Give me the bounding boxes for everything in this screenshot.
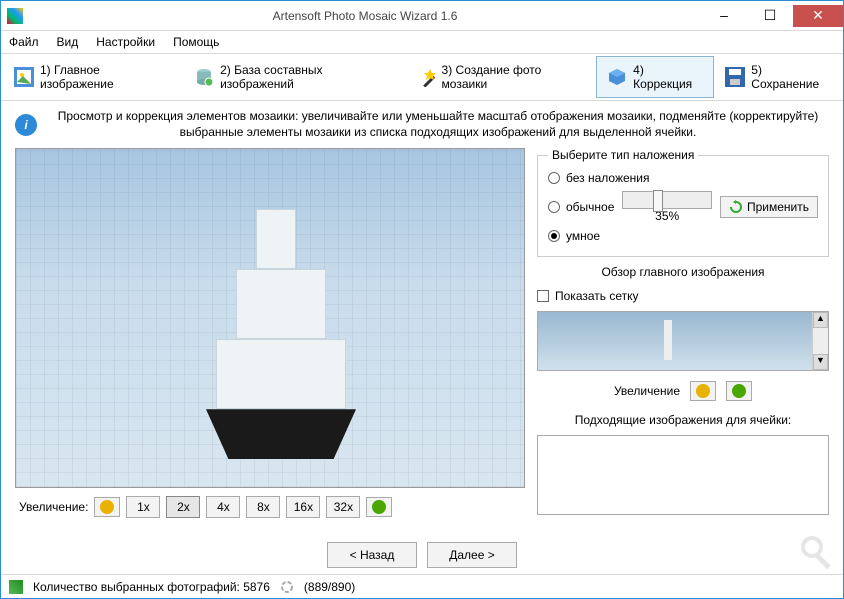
cube-icon — [607, 67, 627, 87]
zoom-in-button[interactable] — [366, 497, 392, 517]
image-icon — [14, 67, 34, 87]
overlay-none-label: без наложения — [566, 171, 650, 185]
zoom-16x[interactable]: 16x — [286, 496, 320, 518]
maximize-button[interactable]: ☐ — [747, 5, 793, 27]
left-panel: Увеличение: 1x 2x 4x 8x 16x 32x — [15, 148, 525, 526]
info-bar: i Просмотр и коррекция элементов мозаики… — [1, 101, 843, 148]
apply-label: Применить — [747, 200, 809, 214]
save-icon — [725, 67, 745, 87]
right-panel: Выберите тип наложения без наложения обы… — [537, 148, 829, 526]
zoom-label: Увеличение: — [19, 500, 88, 514]
overlay-slider-wrap: 35% — [622, 191, 712, 223]
status-bar: Количество выбранных фотографий: 5876 (8… — [1, 574, 843, 598]
step-label: 4) Коррекция — [633, 63, 703, 91]
preview-subject — [176, 209, 376, 469]
key-watermark-icon — [798, 533, 838, 573]
overlay-normal-row: обычное 35% Применить — [548, 188, 818, 226]
app-icon — [7, 8, 23, 24]
workarea: Увеличение: 1x 2x 4x 8x 16x 32x Выберите… — [1, 148, 843, 532]
step-main-image[interactable]: 1) Главное изображение — [3, 56, 183, 98]
fit-images-box[interactable] — [537, 435, 829, 515]
zoom-2x[interactable]: 2x — [166, 496, 200, 518]
overview-zoom-out[interactable] — [690, 381, 716, 401]
wizard-steps: 1) Главное изображение 2) База составных… — [1, 53, 843, 101]
overview-title: Обзор главного изображения — [537, 263, 829, 281]
scroll-up-icon[interactable]: ▲ — [813, 312, 828, 328]
database-icon — [194, 67, 214, 87]
step-label: 1) Главное изображение — [40, 63, 172, 91]
radio-icon — [548, 201, 560, 213]
back-button[interactable]: < Назад — [327, 542, 417, 568]
zoom-8x[interactable]: 8x — [246, 496, 280, 518]
radio-icon — [548, 230, 560, 242]
menubar: Файл Вид Настройки Помощь — [1, 31, 843, 53]
overview-thumbnail[interactable]: ▲ ▼ — [537, 311, 829, 371]
radio-icon — [548, 172, 560, 184]
overlay-legend: Выберите тип наложения — [548, 148, 698, 162]
info-message: Просмотр и коррекция элементов мозаики: … — [47, 109, 829, 140]
slider-thumb[interactable] — [653, 190, 663, 212]
step-label: 3) Создание фото мозаики — [442, 63, 586, 91]
grid-label: Показать сетку — [555, 289, 639, 303]
zoom-row: Увеличение: 1x 2x 4x 8x 16x 32x — [15, 488, 525, 526]
wand-icon — [416, 67, 436, 87]
zoom-1x[interactable]: 1x — [126, 496, 160, 518]
scroll-down-icon[interactable]: ▼ — [813, 354, 828, 370]
overview-scrollbar[interactable]: ▲ ▼ — [812, 312, 828, 370]
checkbox-icon — [537, 290, 549, 302]
overlay-none-row[interactable]: без наложения — [548, 168, 818, 188]
overlay-smart-row[interactable]: умное — [548, 226, 818, 246]
menu-help[interactable]: Помощь — [173, 35, 219, 49]
step-save[interactable]: 5) Сохранение — [714, 56, 841, 98]
nav-buttons: < Назад Далее > — [1, 532, 843, 574]
status-icon — [9, 580, 23, 594]
step-create[interactable]: 3) Создание фото мозаики — [405, 56, 597, 98]
status-progress: (889/890) — [304, 580, 355, 594]
menu-file[interactable]: Файл — [9, 35, 39, 49]
apply-button[interactable]: Применить — [720, 196, 818, 218]
overview-zoom-label: Увеличение — [614, 384, 680, 398]
overlay-slider[interactable] — [622, 191, 712, 209]
status-label: Количество выбранных фотографий: 5876 — [33, 580, 270, 594]
menu-settings[interactable]: Настройки — [96, 35, 155, 49]
step-label: 5) Сохранение — [751, 63, 830, 91]
titlebar: Artensoft Photo Mosaic Wizard 1.6 – ☐ ✕ — [1, 1, 843, 31]
menu-view[interactable]: Вид — [57, 35, 79, 49]
next-button[interactable]: Далее > — [427, 542, 517, 568]
step-correction[interactable]: 4) Коррекция — [596, 56, 714, 98]
grid-check-row[interactable]: Показать сетку — [537, 287, 829, 305]
zoom-4x[interactable]: 4x — [206, 496, 240, 518]
mosaic-preview[interactable] — [15, 148, 525, 488]
spinner-icon — [280, 580, 294, 594]
window-title: Artensoft Photo Mosaic Wizard 1.6 — [29, 9, 701, 23]
refresh-icon — [729, 200, 743, 214]
overlay-normal-label: обычное — [566, 200, 614, 214]
zoom-out-button[interactable] — [94, 497, 120, 517]
overlay-smart-label: умное — [566, 229, 600, 243]
fit-title: Подходящие изображения для ячейки: — [537, 411, 829, 429]
overview-zoom-in[interactable] — [726, 381, 752, 401]
zoom-32x[interactable]: 32x — [326, 496, 360, 518]
step-database[interactable]: 2) База составных изображений — [183, 56, 404, 98]
info-icon: i — [15, 114, 37, 136]
overview-zoom-row: Увеличение — [537, 377, 829, 405]
overlay-group: Выберите тип наложения без наложения обы… — [537, 148, 829, 257]
step-label: 2) База составных изображений — [220, 63, 393, 91]
thumbnail-image — [538, 312, 812, 370]
minimize-button[interactable]: – — [701, 5, 747, 27]
overlay-normal-option[interactable]: обычное — [548, 200, 614, 214]
close-button[interactable]: ✕ — [793, 5, 843, 27]
